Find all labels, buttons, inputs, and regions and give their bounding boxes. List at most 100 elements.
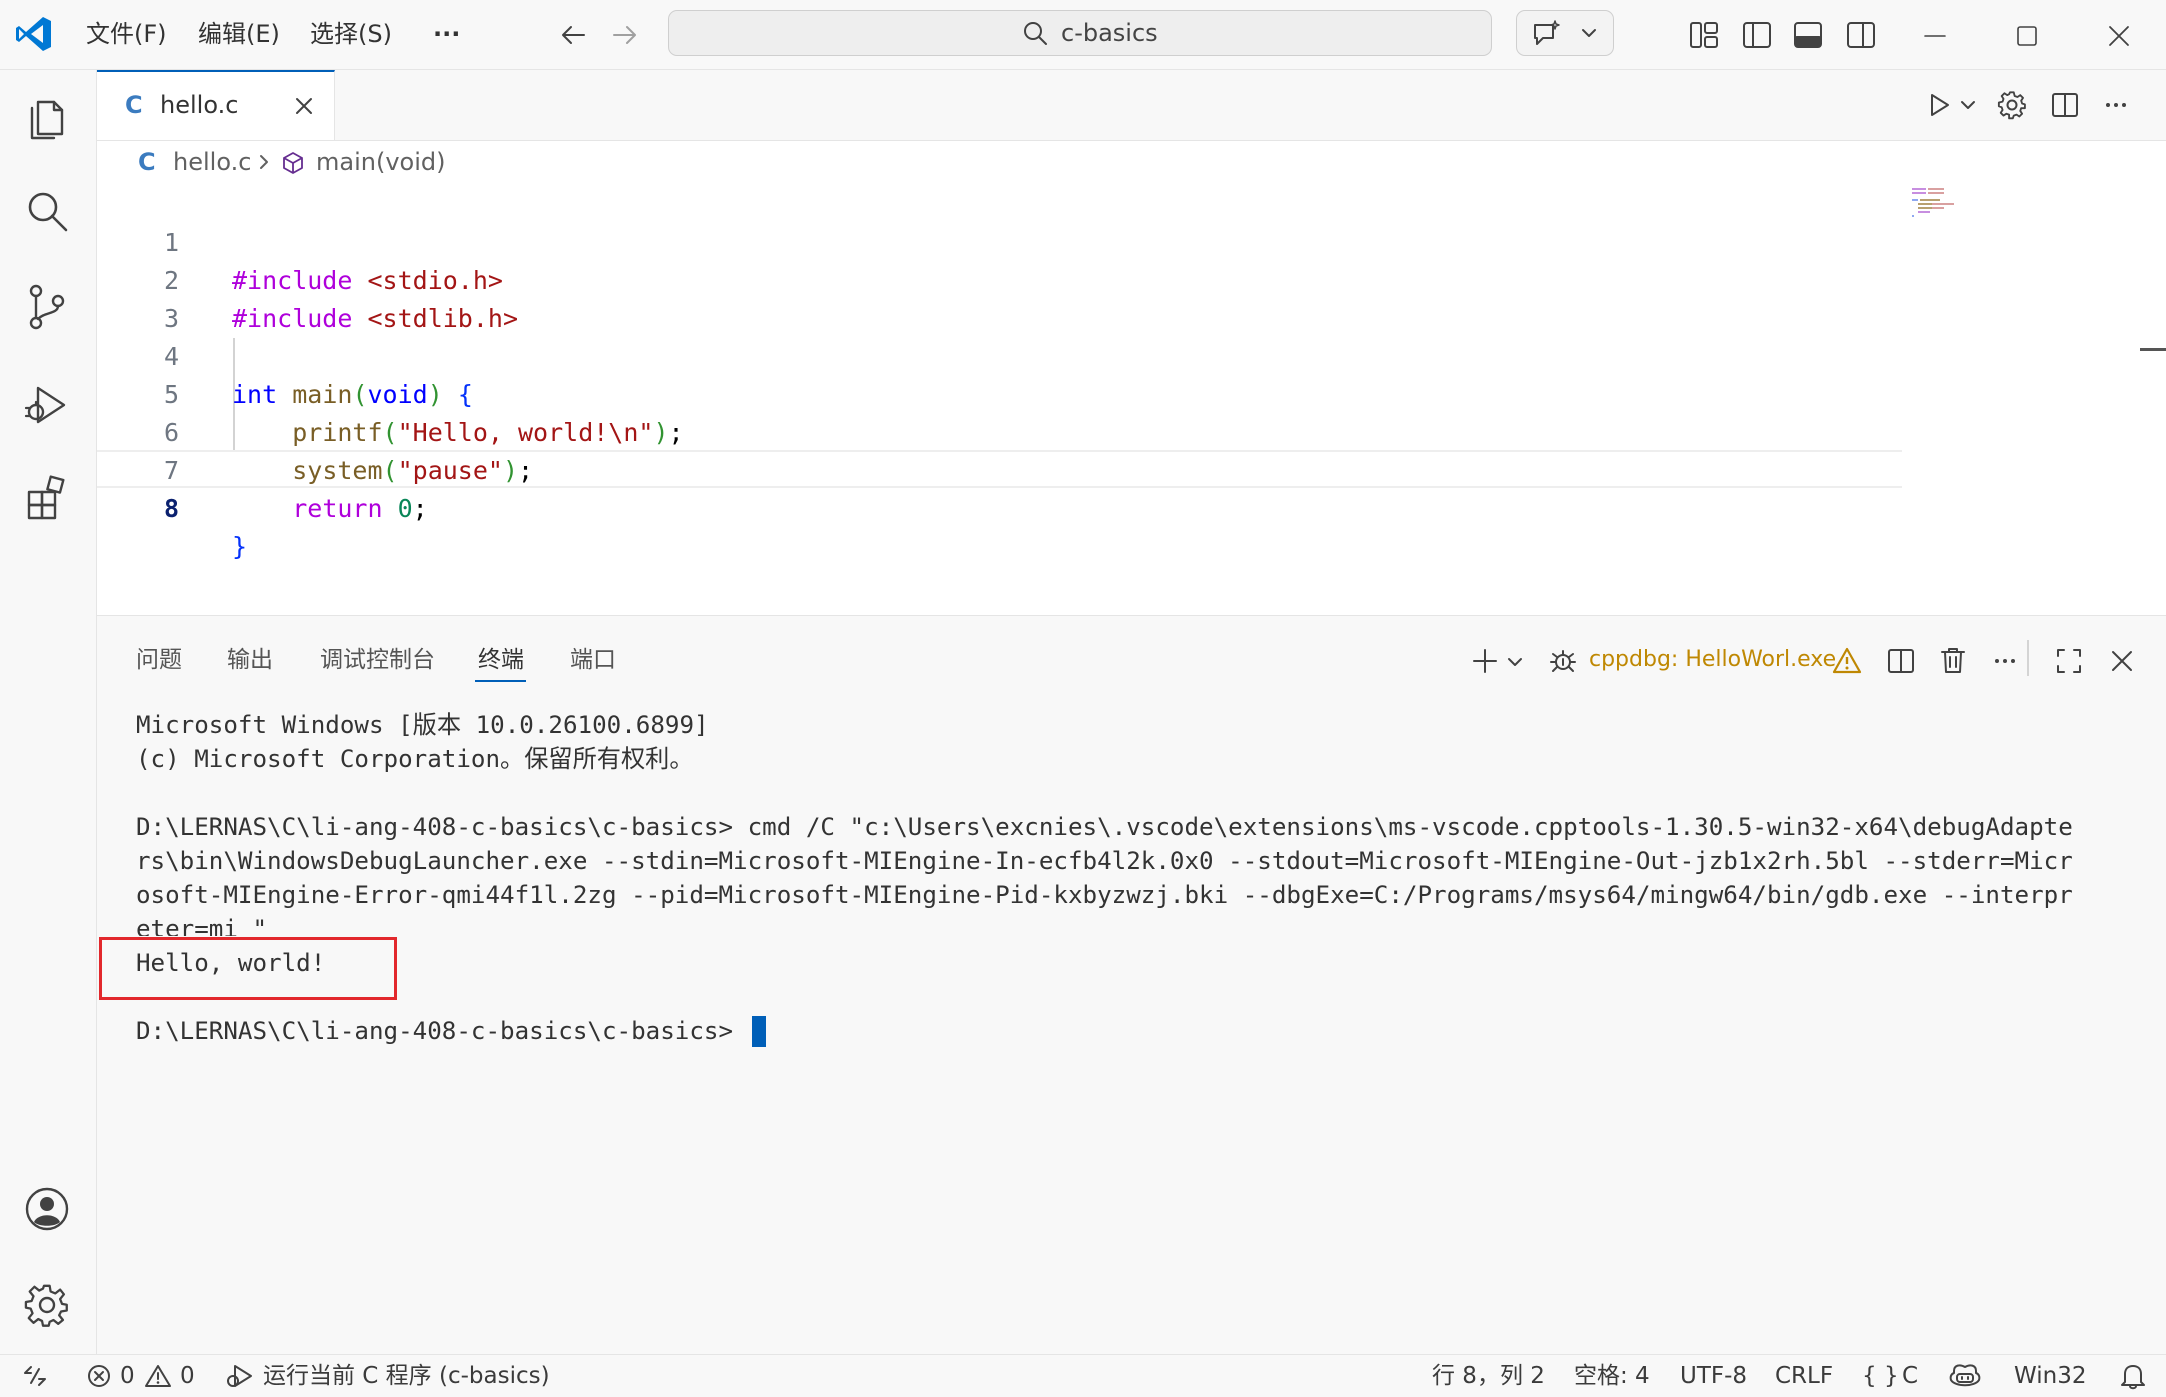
- copilot-icon[interactable]: [1948, 1361, 1982, 1391]
- breadcrumb-chevron-icon: [254, 152, 274, 172]
- explorer-icon[interactable]: [24, 92, 70, 142]
- debug-config-gear-icon[interactable]: [1997, 90, 2027, 120]
- breadcrumb-file[interactable]: hello.c: [173, 141, 251, 183]
- vscode-logo-icon: [14, 14, 54, 54]
- maximize-panel-icon[interactable]: [2054, 646, 2084, 676]
- terminal-line: Microsoft Windows [版本 10.0.26100.6899]: [136, 711, 709, 739]
- run-debug-status-icon[interactable]: [224, 1363, 254, 1389]
- toggle-panel-icon[interactable]: [1792, 19, 1824, 51]
- terminal-line: rs\bin\WindowsDebugLauncher.exe --stdin=…: [136, 847, 2073, 875]
- code-line: 2 #include <stdlib.h>: [97, 224, 1897, 333]
- command-center-search[interactable]: c-basics: [668, 10, 1492, 56]
- warnings-count[interactable]: 0: [180, 1355, 195, 1397]
- title-bar: 文件(F) 编辑(E) 选择(S) ··· c-basics: [0, 0, 2166, 70]
- errors-icon[interactable]: [86, 1363, 112, 1389]
- panel-more-actions-icon[interactable]: [1990, 646, 2020, 676]
- forward-arrow-icon[interactable]: [610, 20, 640, 50]
- line-number: 8: [163, 494, 179, 523]
- extensions-icon[interactable]: [24, 474, 72, 522]
- code-line: 7 return 0;: [97, 414, 1897, 523]
- code-line: 6 system("pause");: [97, 376, 1897, 485]
- errors-count[interactable]: 0: [120, 1355, 135, 1397]
- run-and-debug-icon[interactable]: [22, 380, 72, 430]
- customize-layout-icon[interactable]: [1688, 19, 1720, 51]
- platform[interactable]: Win32: [2014, 1355, 2086, 1397]
- language-braces-icon[interactable]: { }: [1862, 1355, 1899, 1397]
- toggle-secondary-sidebar-icon[interactable]: [1845, 19, 1877, 51]
- chevron-down-icon: [1579, 23, 1599, 43]
- indentation[interactable]: 空格: 4: [1574, 1355, 1650, 1397]
- terminal-line: D:\LERNAS\C\li-ang-408-c-basics\c-basics…: [136, 813, 2073, 841]
- close-window-icon[interactable]: [2103, 20, 2135, 52]
- split-terminal-icon[interactable]: [1886, 646, 1916, 676]
- code-line: 4 int main(void) {: [97, 300, 1897, 409]
- encoding[interactable]: UTF-8: [1680, 1355, 1747, 1397]
- code-line: 3: [97, 262, 1897, 333]
- code-editor[interactable]: 1 #include <stdio.h> 2 #include <stdlib.…: [97, 186, 1897, 616]
- tab-hello-c[interactable]: C hello.c: [97, 70, 335, 140]
- toggle-primary-sidebar-icon[interactable]: [1741, 19, 1773, 51]
- token: return: [292, 494, 383, 523]
- language-mode[interactable]: C: [1902, 1355, 1918, 1397]
- cursor-position[interactable]: 行 8，列 2: [1432, 1355, 1545, 1397]
- warnings-icon[interactable]: [144, 1363, 172, 1389]
- token: 0: [397, 494, 413, 523]
- notifications-bell-icon[interactable]: [2118, 1361, 2148, 1391]
- run-play-icon[interactable]: [1924, 90, 1954, 120]
- breadcrumb-symbol[interactable]: main(void): [316, 141, 445, 183]
- annotation-highlight-box: [99, 937, 397, 1000]
- menu-edit[interactable]: 编辑(E): [198, 0, 280, 69]
- function-cube-icon: [280, 150, 306, 176]
- code-line: 5 printf("Hello, world!\n");: [97, 338, 1897, 447]
- tab-label: hello.c: [160, 91, 239, 119]
- split-editor-icon[interactable]: [2050, 90, 2080, 120]
- end-of-line[interactable]: CRLF: [1775, 1355, 1833, 1397]
- terminal-line: (c) Microsoft Corporation。保留所有权利。: [136, 745, 694, 773]
- warning-triangle-icon: [1832, 646, 1862, 676]
- kill-terminal-trash-icon[interactable]: [1938, 645, 1968, 675]
- search-label: c-basics: [1061, 19, 1158, 47]
- terminal-dropdown-chevron-icon[interactable]: [1505, 652, 1525, 672]
- search-icon: [1021, 19, 1049, 47]
- active-tab-underline: [475, 680, 526, 682]
- code-line: 1 #include <stdio.h>: [97, 186, 1897, 295]
- menu-selection[interactable]: 选择(S): [310, 0, 392, 69]
- close-tab-icon[interactable]: [292, 94, 316, 118]
- run-dropdown-chevron-icon[interactable]: [1958, 95, 1978, 115]
- chat-sparkle-icon: [1531, 19, 1561, 49]
- manage-gear-icon[interactable]: [24, 1282, 70, 1328]
- source-control-icon[interactable]: [24, 282, 70, 332]
- tab-ports[interactable]: 端口: [570, 638, 616, 682]
- debug-session-label[interactable]: cppdbg: HelloWorl.exe: [1589, 638, 1836, 682]
- terminal-line: eter=mi ": [136, 915, 268, 936]
- search-view-icon[interactable]: [24, 188, 70, 234]
- tab-terminal[interactable]: 终端: [478, 638, 524, 682]
- back-arrow-icon[interactable]: [558, 20, 588, 50]
- editor-tab-strip: C hello.c: [97, 70, 2166, 141]
- minimap[interactable]: [1910, 186, 1970, 226]
- minimize-window-icon[interactable]: [1919, 20, 1951, 52]
- scrollbar-position-marker: [2140, 348, 2166, 351]
- c-file-icon: C: [125, 91, 143, 119]
- tab-debug-console[interactable]: 调试控制台: [320, 638, 435, 682]
- breadcrumb: C hello.c main(void): [97, 141, 2166, 183]
- close-panel-icon[interactable]: [2107, 646, 2137, 676]
- maximize-window-icon[interactable]: [2011, 20, 2043, 52]
- terminal-prompt: D:\LERNAS\C\li-ang-408-c-basics\c-basics…: [136, 1017, 734, 1045]
- new-terminal-plus-icon[interactable]: [1470, 646, 1500, 676]
- tab-output[interactable]: 输出: [227, 638, 273, 682]
- editor-more-actions-icon[interactable]: [2101, 90, 2131, 120]
- accounts-icon[interactable]: [24, 1186, 70, 1232]
- copilot-chat-button[interactable]: [1516, 10, 1614, 56]
- menu-file[interactable]: 文件(F): [86, 0, 167, 69]
- tab-problems[interactable]: 问题: [136, 638, 182, 682]
- remote-indicator-icon[interactable]: [22, 1363, 48, 1389]
- terminal-line: osoft-MIEngine-Error-qmi44f1l.2zg --pid=…: [136, 881, 2073, 909]
- menu-more[interactable]: ···: [433, 0, 460, 69]
- breadcrumb-c-icon: C: [138, 148, 156, 176]
- status-bar: 0 0 运行当前 C 程序 (c-basics) 行 8，列 2 空格: 4 U…: [0, 1354, 2166, 1397]
- debug-session-icon: [1548, 646, 1578, 676]
- code-line: 8 }: [97, 452, 1897, 561]
- activity-bar: [0, 70, 97, 1354]
- run-current-program-label[interactable]: 运行当前 C 程序 (c-basics): [263, 1355, 550, 1397]
